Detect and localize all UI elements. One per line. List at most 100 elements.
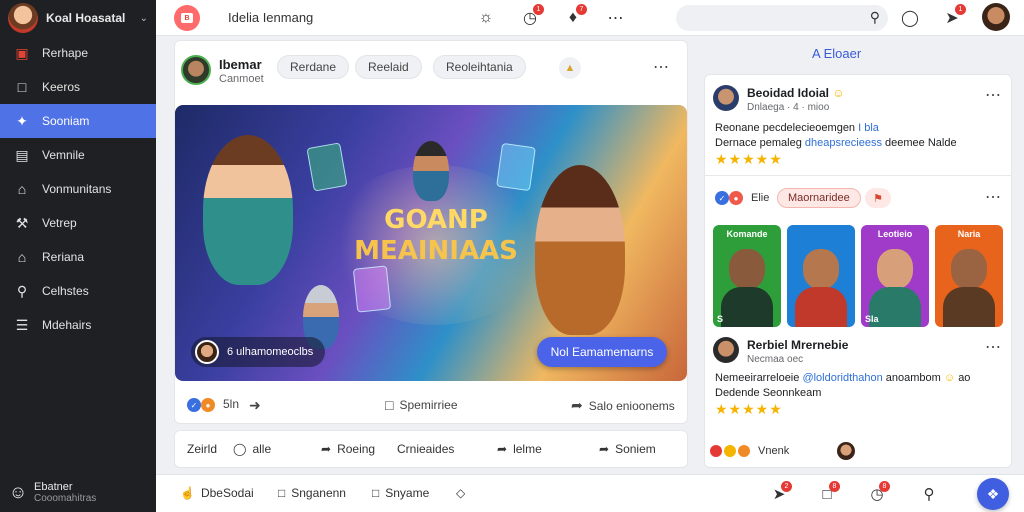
post1-text: Reonane pecdelecieoemgen I bla Dernace p… <box>715 121 1005 152</box>
sidebar-item-sooniam[interactable]: ✦ Sooniam <box>0 104 156 138</box>
puzzle-icon: ✦ <box>16 112 28 129</box>
bottom-item-snyame[interactable]: □ Snyame <box>372 486 429 500</box>
notification-badge: 2 <box>781 481 792 492</box>
right-panel-footer[interactable]: Vnenk <box>710 442 856 460</box>
chevron-down-icon[interactable]: ⌄ <box>140 13 148 24</box>
pin-icon[interactable]: ▲ <box>559 57 581 79</box>
post2-link[interactable]: @loldoridthahon <box>802 372 882 384</box>
footer-avatar[interactable] <box>837 442 856 460</box>
action-alle[interactable]: ◯ alle <box>233 442 271 456</box>
square-icon: □ <box>17 79 27 95</box>
tools-icon: ⚒ <box>15 214 29 231</box>
bell-icon[interactable]: ♦ 7 <box>561 4 587 30</box>
love-reaction-icon: ● <box>201 398 215 412</box>
location-icon[interactable]: ⚲ <box>918 483 940 505</box>
more-icon[interactable]: ⋯ <box>604 6 628 30</box>
join-button[interactable]: Nol Eamamemarns <box>537 337 667 367</box>
like-reaction-icon: ✓ <box>187 398 201 412</box>
emoji-icon: ☺ <box>832 86 845 100</box>
story-tile[interactable]: Komande S <box>713 225 781 327</box>
sidebar-item-vemnile[interactable]: ▤ Vemnile <box>0 138 156 172</box>
comment-label: Spemirriee <box>399 398 458 412</box>
sidebar-item-rerhape[interactable]: ▣ Rerhape <box>0 36 156 70</box>
reaction-count[interactable]: Elie <box>751 192 769 204</box>
action-label: lelme <box>513 442 542 456</box>
app-logo-icon[interactable]: B <box>174 5 200 31</box>
sidebar-header[interactable]: Koal Hoasatal ⌄ <box>0 0 156 36</box>
post1-line1-link[interactable]: I bla <box>858 122 879 134</box>
more-icon[interactable]: ⋯ <box>653 57 670 77</box>
user-avatar[interactable] <box>982 3 1010 31</box>
compass-button[interactable]: ❖ <box>977 478 1009 510</box>
post2-line2: Dedende Seonnkeam <box>715 387 822 400</box>
share-arrow-icon[interactable]: ➜ <box>249 397 261 414</box>
more-icon[interactable]: ⋯ <box>985 187 1002 207</box>
sidebar-item-vetrep[interactable]: ⚒ Vetrep <box>0 206 156 240</box>
clock-icon[interactable]: ◷ 8 <box>866 481 890 505</box>
story-tile[interactable]: Leotieio Sla <box>861 225 929 327</box>
chat-icon[interactable]: ◯ <box>898 6 922 30</box>
post2-avatar[interactable] <box>713 337 739 363</box>
right-panel-header[interactable]: A Eloaer <box>812 46 861 61</box>
chip-rerdane[interactable]: Rerdane <box>277 55 350 79</box>
bottom-item-dbesodai[interactable]: ☝ DbeSodai <box>180 486 254 500</box>
story-face <box>803 249 839 289</box>
notification-badge: 8 <box>879 481 890 492</box>
sidebar-item-vonmunitans[interactable]: ⌂ Vonmunitans <box>0 172 156 206</box>
post-header: Ibemar Canmoet Rerdane Reelaid Reoleihta… <box>175 41 687 97</box>
diamond-icon[interactable]: ◇ <box>456 486 465 500</box>
search-input[interactable]: ⚲ <box>676 5 888 31</box>
game-banner[interactable]: GOANP MEAINIAAS 6 ulhamomeoclbs Nol Eama… <box>175 105 687 381</box>
sidebar-item-celhstes[interactable]: ⚲ Celhstes <box>0 274 156 308</box>
post-actions: ✓ ● 5ln ➜ □ Spemirriee ➦ Salo enioonems <box>175 391 687 419</box>
post1-line2: Dernace pemaleg <box>715 137 802 150</box>
post2-line1-end: ao <box>958 372 971 384</box>
flag-icon[interactable]: ⚑ <box>865 188 891 208</box>
more-icon[interactable]: ⋯ <box>985 337 1002 357</box>
share-label: Salo enioonems <box>588 398 675 413</box>
action-crnieaides[interactable]: Crnieaides <box>397 442 454 456</box>
more-icon[interactable]: ⋯ <box>985 85 1002 105</box>
author-name[interactable]: Ibemar <box>219 57 262 72</box>
story-tile[interactable]: Naria <box>935 225 1003 327</box>
post1-line2-link[interactable]: dheapsrecieess <box>805 137 882 149</box>
story-tile[interactable] <box>787 225 855 327</box>
action-roeing[interactable]: ➦ Roeing <box>321 442 375 456</box>
post2-text: Nemeeirarreloeie @loldoridthahon anoambo… <box>715 371 1009 402</box>
action-soniem[interactable]: ➦ Soniem <box>599 442 656 456</box>
post1-name[interactable]: Beoidad Idoial ☺ <box>747 86 845 100</box>
chip-reoleihtania[interactable]: Reoleihtania <box>433 55 526 79</box>
post2-name[interactable]: Rerbiel Mrernebie <box>747 338 848 352</box>
sidebar-item-keeros[interactable]: □ Keeros <box>0 70 156 104</box>
post1-avatar[interactable] <box>713 85 739 111</box>
comment-button[interactable]: □ Spemirriee <box>385 397 458 413</box>
inbox-icon[interactable]: □ 8 <box>816 481 840 505</box>
story-footer: S <box>717 314 724 324</box>
post1-line2-end: deemee Nalde <box>885 137 957 150</box>
author-subtitle: Canmoet <box>219 73 264 85</box>
send-icon[interactable]: ➤ 1 <box>940 4 966 30</box>
notification-badge: 1 <box>955 4 966 15</box>
sidebar-footer[interactable]: ☺ Ebatner Cooomahitras <box>0 472 156 512</box>
sidebar-item-mdehairs[interactable]: ☰ Mdehairs <box>0 308 156 342</box>
bottom-item-snganenn[interactable]: □ Snganenn <box>278 486 346 500</box>
search-icon[interactable]: ⚲ <box>870 9 880 26</box>
search-icon: ⚲ <box>16 282 28 299</box>
list-icon: ☰ <box>15 316 29 333</box>
clock-icon[interactable]: ◷ 1 <box>518 4 544 30</box>
sidebar-item-label: Reriana <box>42 250 85 264</box>
action-lelme[interactable]: ➦ lelme <box>497 442 542 456</box>
reaction-count[interactable]: 5ln <box>223 397 239 411</box>
sidebar-item-reriana[interactable]: ⌂ Reriana <box>0 240 156 274</box>
floating-card <box>306 142 348 192</box>
share-button[interactable]: ➦ Salo enioonems <box>571 397 675 414</box>
send-icon[interactable]: ➤ 2 <box>768 481 792 505</box>
love-reaction-icon: ● <box>729 191 743 205</box>
author-avatar[interactable] <box>181 55 211 85</box>
chip-reelaid[interactable]: Reelaid <box>355 55 422 79</box>
banner-participants[interactable]: 6 ulhamomeoclbs <box>191 337 326 367</box>
action-zeirld[interactable]: Zeirld <box>187 442 217 456</box>
topbar-title: Idelia Ienmang <box>228 10 314 25</box>
messenger-icon[interactable]: ☼ <box>474 6 498 30</box>
reaction-pill[interactable]: Maornaridee <box>777 188 861 208</box>
